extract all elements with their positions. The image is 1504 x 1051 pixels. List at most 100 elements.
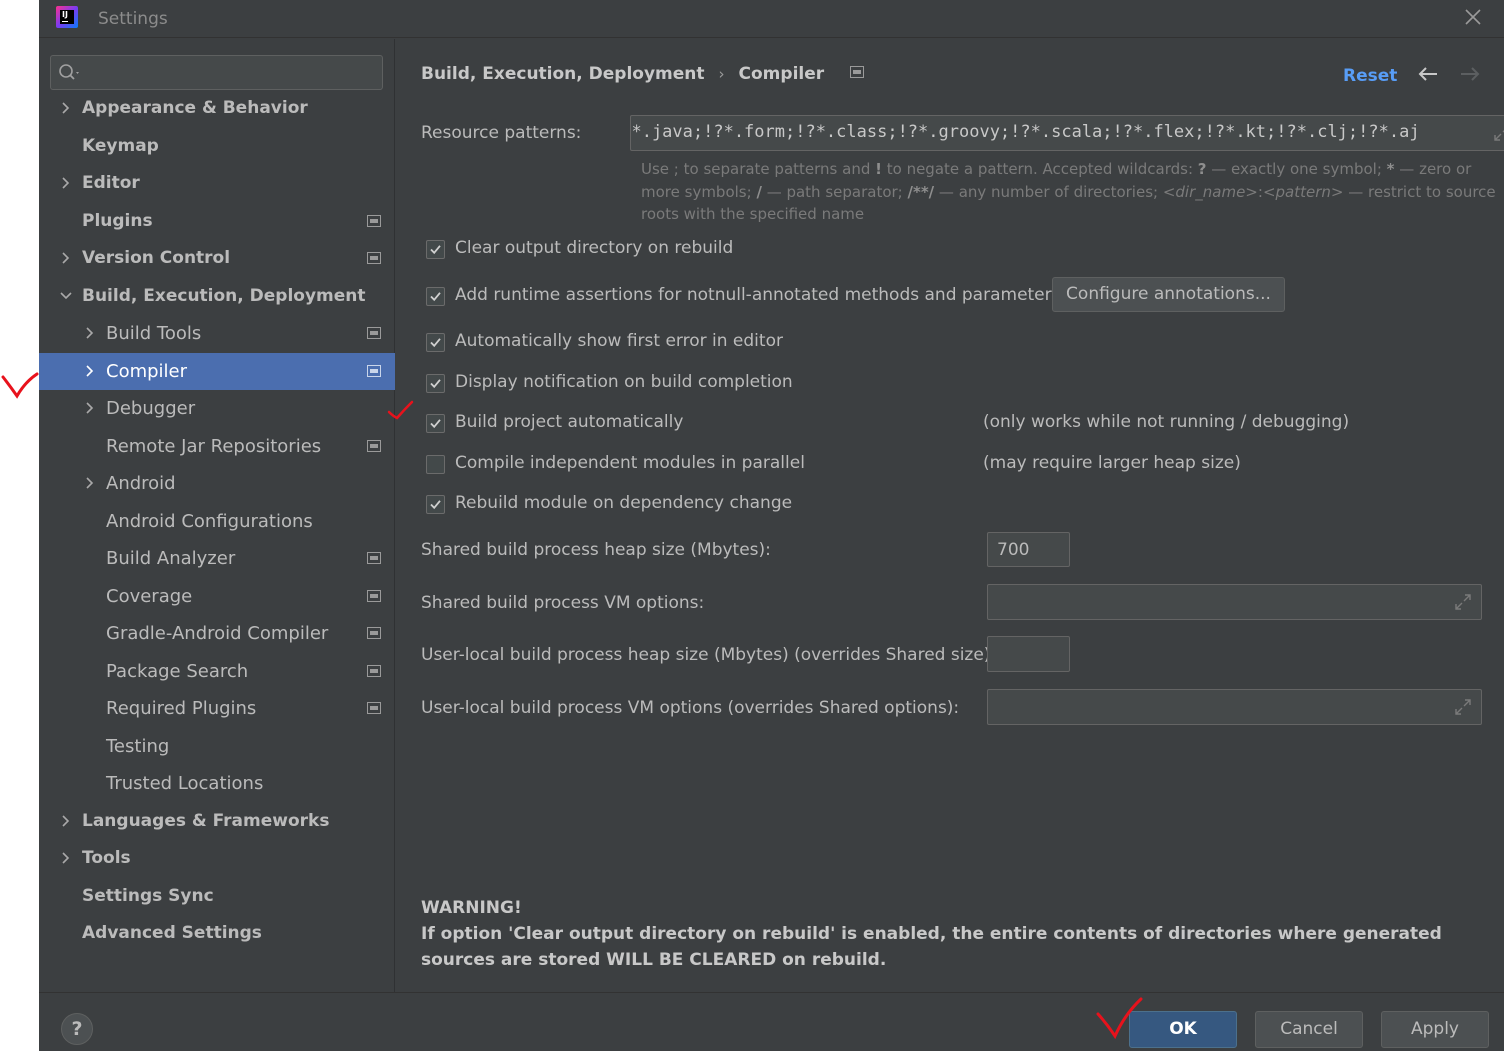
sidebar-item-plugins[interactable]: Plugins	[39, 203, 395, 240]
checkbox[interactable]	[426, 414, 445, 433]
user-vm-options-label: User-local build process VM options (ove…	[421, 698, 960, 718]
warning-message: WARNING! If option 'Clear output directo…	[421, 895, 1481, 973]
compiler-settings-panel: Build, Execution, Deployment › Compiler Re…	[396, 39, 1504, 992]
sidebar-item-settings-sync[interactable]: Settings Sync	[39, 878, 395, 915]
option-clear-output-directory-on-rebuild[interactable]: Clear output directory on rebuild	[426, 238, 986, 262]
chevron-right-icon[interactable]	[59, 101, 73, 115]
chevron-right-icon[interactable]	[59, 851, 73, 865]
expand-icon[interactable]	[1493, 124, 1504, 142]
ok-button[interactable]: OK	[1129, 1011, 1237, 1048]
sidebar-item-debugger[interactable]: Debugger	[39, 390, 395, 427]
project-level-icon	[367, 252, 381, 264]
checkbox[interactable]	[426, 455, 445, 474]
project-level-icon	[850, 66, 865, 78]
settings-dialog: IJ Settings Appearance & Behavior Keymap E…	[39, 0, 1504, 1051]
shared-heap-value: 700	[997, 540, 1030, 560]
sidebar-item-label: Gradle-Android Compiler	[106, 623, 329, 644]
expand-icon[interactable]	[1454, 593, 1472, 611]
sidebar-item-testing[interactable]: Testing	[39, 728, 395, 765]
resource-patterns-label: Resource patterns:	[421, 123, 582, 143]
resource-patterns-field[interactable]: !?*.java;!?*.form;!?*.class;!?*.groovy;!…	[630, 115, 1504, 151]
forward-arrow-icon[interactable]	[1458, 65, 1482, 83]
sidebar-item-android-configurations[interactable]: Android Configurations	[39, 503, 395, 540]
sidebar-item-gradle-android-compiler[interactable]: Gradle-Android Compiler	[39, 615, 395, 652]
option-label: Compile independent modules in parallel	[455, 453, 805, 473]
sidebar-item-editor[interactable]: Editor	[39, 165, 395, 202]
checkbox[interactable]	[426, 333, 445, 352]
chevron-down-icon[interactable]	[59, 289, 73, 303]
chevron-right-icon[interactable]	[83, 401, 97, 415]
option-build-project-automatically[interactable]: Build project automatically	[426, 412, 986, 436]
sidebar-item-android[interactable]: Android	[39, 465, 395, 502]
checkmark-icon	[430, 419, 441, 429]
close-icon[interactable]	[1464, 8, 1482, 26]
option-label: Add runtime assertions for notnull-annot…	[455, 285, 1061, 305]
project-level-icon	[367, 702, 381, 714]
checkmark-icon	[430, 292, 441, 302]
checkmark-icon	[430, 245, 441, 255]
sidebar-item-package-search[interactable]: Package Search	[39, 653, 395, 690]
sidebar-item-version-control[interactable]: Version Control	[39, 240, 395, 277]
chevron-right-icon[interactable]	[83, 326, 97, 340]
option-label: Build project automatically	[455, 412, 684, 432]
sidebar-item-remote-jar-repositories[interactable]: Remote Jar Repositories	[39, 428, 395, 465]
sidebar-item-build-execution-deployment[interactable]: Build, Execution, Deployment	[39, 278, 395, 315]
sidebar-item-tools[interactable]: Tools	[39, 840, 395, 877]
back-arrow-icon[interactable]	[1416, 65, 1440, 83]
project-level-icon	[367, 215, 381, 227]
sidebar-item-languages-and-frameworks[interactable]: Languages & Frameworks	[39, 803, 395, 840]
annotation-check-mark-ok	[1096, 997, 1143, 1040]
sidebar-item-label: Languages & Frameworks	[82, 811, 330, 831]
sidebar-item-compiler[interactable]: Compiler	[39, 353, 395, 390]
settings-sidebar: Appearance & Behavior Keymap Editor Plugins…	[39, 39, 395, 992]
checkbox[interactable]	[426, 240, 445, 259]
sidebar-item-build-analyzer[interactable]: Build Analyzer	[39, 540, 395, 577]
chevron-right-icon[interactable]	[83, 364, 97, 378]
checkbox[interactable]	[426, 287, 445, 306]
option-display-notification-on-build-completion[interactable]: Display notification on build completion	[426, 372, 986, 396]
sidebar-item-label: Keymap	[82, 136, 159, 156]
shared-heap-field[interactable]: 700	[987, 532, 1070, 567]
breadcrumb-separator: ›	[718, 65, 725, 83]
sidebar-item-keymap[interactable]: Keymap	[39, 128, 395, 165]
sidebar-item-trusted-locations[interactable]: Trusted Locations	[39, 765, 395, 802]
configure-annotations-button[interactable]: Configure annotations...	[1052, 277, 1285, 312]
settings-search-input[interactable]	[87, 60, 377, 85]
search-icon[interactable]	[58, 63, 82, 83]
user-heap-label: User-local build process heap size (Mbyt…	[421, 645, 997, 665]
cancel-button[interactable]: Cancel	[1255, 1011, 1363, 1048]
checkbox[interactable]	[426, 495, 445, 514]
user-heap-field[interactable]	[987, 636, 1070, 672]
sidebar-item-appearance-and-behavior[interactable]: Appearance & Behavior	[39, 90, 395, 127]
apply-button[interactable]: Apply	[1381, 1011, 1489, 1048]
option-rebuild-module-on-dependency-change[interactable]: Rebuild module on dependency change	[426, 493, 986, 517]
help-button[interactable]: ?	[61, 1013, 93, 1045]
annotation-check-mark-build-automatically	[387, 400, 414, 420]
breadcrumb-item-build-execution-deployment[interactable]: Build, Execution, Deployment	[421, 64, 705, 84]
sidebar-item-label: Tools	[82, 848, 131, 868]
project-level-icon	[367, 627, 381, 639]
option-compile-independent-modules-in-parallel[interactable]: Compile independent modules in parallel	[426, 453, 986, 477]
shared-vm-options-field[interactable]	[987, 584, 1482, 620]
user-vm-options-field[interactable]	[987, 689, 1482, 725]
settings-search-box[interactable]	[50, 55, 383, 90]
sidebar-item-required-plugins[interactable]: Required Plugins	[39, 690, 395, 727]
breadcrumb: Build, Execution, Deployment › Compiler	[421, 64, 865, 84]
expand-icon[interactable]	[1454, 698, 1472, 716]
warning-text: If option 'Clear output directory on reb…	[421, 924, 1442, 970]
sidebar-item-advanced-settings[interactable]: Advanced Settings	[39, 915, 395, 952]
chevron-right-icon[interactable]	[59, 814, 73, 828]
sidebar-item-coverage[interactable]: Coverage	[39, 578, 395, 615]
reset-link[interactable]: Reset	[1343, 66, 1397, 86]
chevron-right-icon[interactable]	[83, 476, 97, 490]
chevron-right-icon[interactable]	[59, 251, 73, 265]
option-automatically-show-first-error-in-editor[interactable]: Automatically show first error in editor	[426, 331, 986, 355]
checkbox[interactable]	[426, 374, 445, 393]
option-add-runtime-assertions-for-notnull-annotated-methods-and-parameters[interactable]: Add runtime assertions for notnull-annot…	[426, 285, 1061, 309]
option-note: (may require larger heap size)	[983, 453, 1241, 473]
shared-vm-options-label: Shared build process VM options:	[421, 593, 705, 613]
sidebar-item-label: Testing	[106, 736, 170, 757]
sidebar-item-label: Advanced Settings	[82, 923, 262, 943]
sidebar-item-build-tools[interactable]: Build Tools	[39, 315, 395, 352]
chevron-right-icon[interactable]	[59, 176, 73, 190]
